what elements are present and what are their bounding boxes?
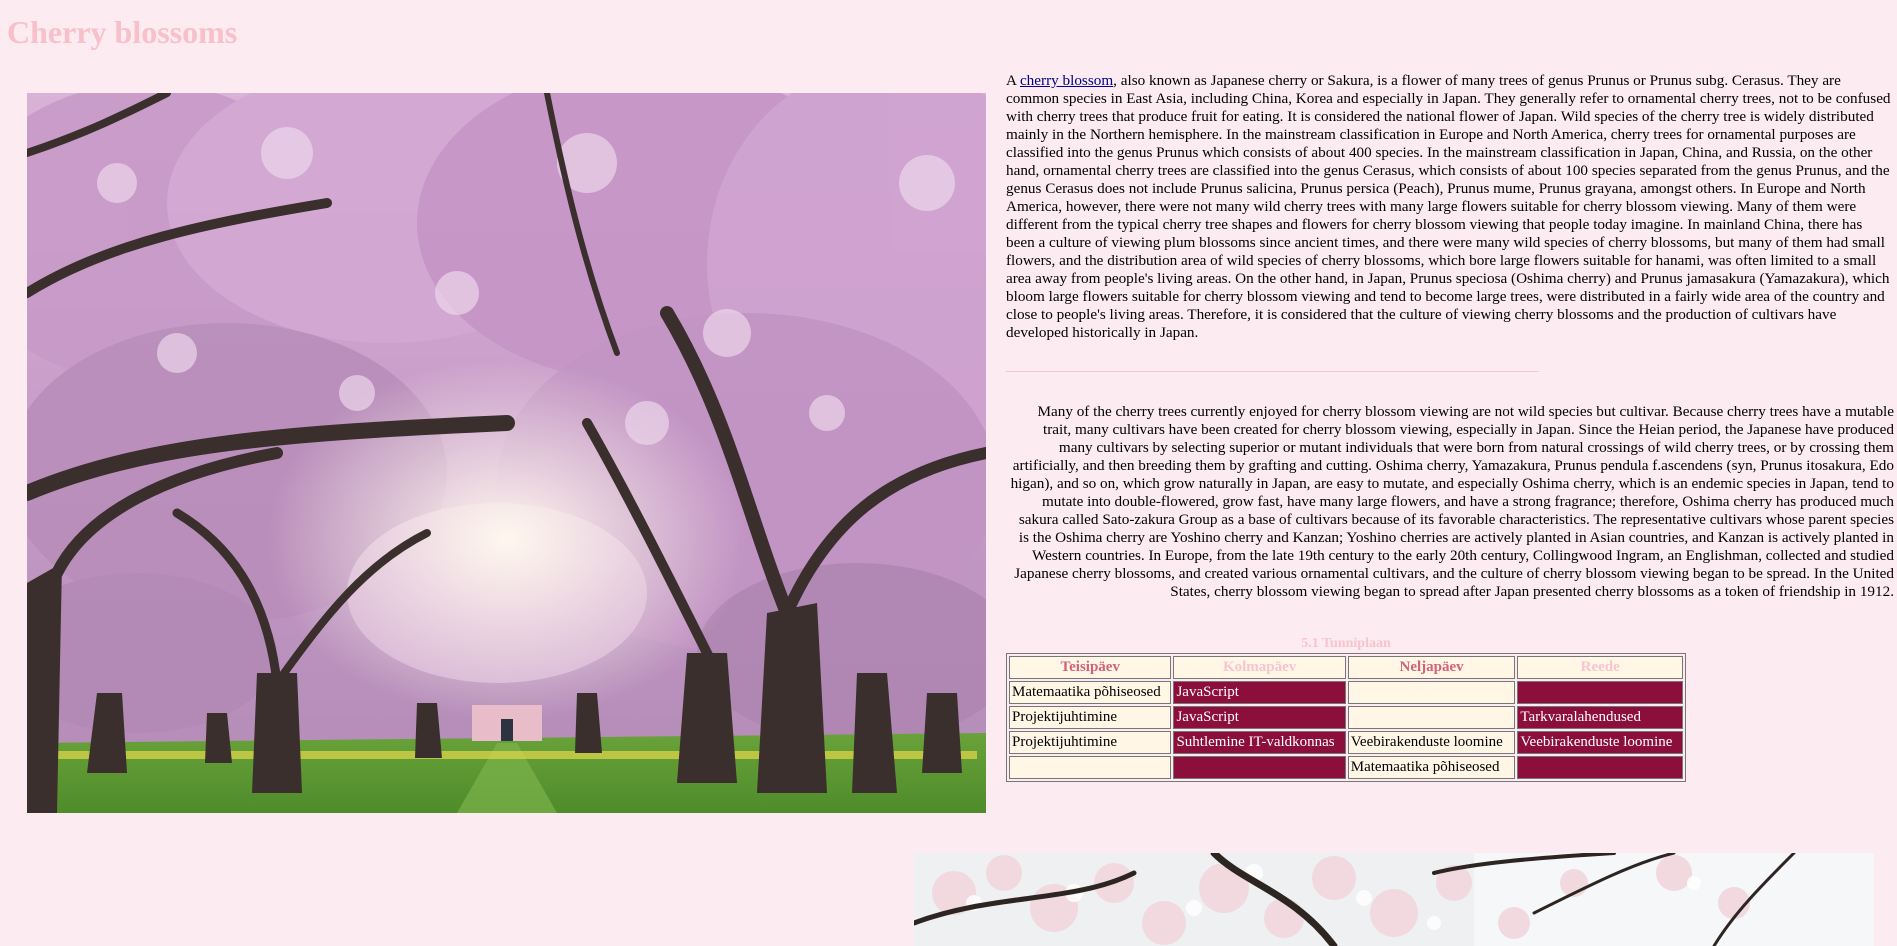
table-cell: [1009, 756, 1172, 779]
table-cell: JavaScript: [1173, 706, 1346, 729]
table-cell: JavaScript: [1173, 681, 1346, 704]
table-cell: [1517, 756, 1683, 779]
section-divider: [1006, 371, 1539, 372]
table-cell: [1347, 681, 1516, 704]
page: Cherry blossoms A cherry blossom, also k…: [0, 0, 1897, 946]
table-cell: Veebirakenduste loomine: [1347, 731, 1516, 754]
table-cell: Matemaatika põhiseosed: [1347, 756, 1516, 779]
table-cell: Suhtlemine IT-valdkonnas: [1173, 731, 1346, 754]
table-cell: Veebirakenduste loomine: [1517, 731, 1683, 754]
table-cell: Projektijuhtimine: [1009, 731, 1172, 754]
page-title: Cherry blossoms: [7, 14, 238, 50]
timetable-header-row: Teisipäev Kolmapäev Neljapäev Reede: [1009, 656, 1683, 679]
timetable: 5.1 Tunniplaan Teisipäev Kolmapäev Nelja…: [1006, 635, 1686, 782]
table-row: Projektijuhtimine JavaScript Tarkvaralah…: [1009, 706, 1683, 729]
timetable-caption: 5.1 Tunniplaan: [1301, 636, 1391, 651]
table-row: Matemaatika põhiseosed: [1009, 756, 1683, 779]
table-cell: Tarkvaralahendused: [1517, 706, 1683, 729]
table-row: Projektijuhtimine Suhtlemine IT-valdkonn…: [1009, 731, 1683, 754]
intro-text: , also known as Japanese cherry or Sakur…: [1006, 72, 1891, 341]
intro-paragraph: A cherry blossom, also known as Japanese…: [1006, 72, 1891, 342]
cherry-branch-photo: [914, 853, 1874, 946]
cherry-avenue-photo: [27, 93, 986, 813]
header-thursday: Neljapäev: [1347, 656, 1516, 679]
intro-section: A cherry blossom, also known as Japanese…: [1006, 72, 1891, 342]
table-cell: Projektijuhtimine: [1009, 706, 1172, 729]
table-cell: Matemaatika põhiseosed: [1009, 681, 1172, 704]
table-cell: [1517, 681, 1683, 704]
table-cell: [1347, 706, 1516, 729]
timetable-table: Teisipäev Kolmapäev Neljapäev Reede Mate…: [1006, 653, 1686, 782]
header-wednesday: Kolmapäev: [1173, 656, 1346, 679]
table-cell: [1173, 756, 1346, 779]
intro-prefix: A: [1006, 72, 1020, 89]
cultivars-paragraph: Many of the cherry trees currently enjoy…: [1010, 403, 1894, 600]
header-friday: Reede: [1517, 656, 1683, 679]
cherry-blossom-link[interactable]: cherry blossom: [1020, 72, 1113, 89]
header-tuesday: Teisipäev: [1009, 656, 1172, 679]
table-row: Matemaatika põhiseosed JavaScript: [1009, 681, 1683, 704]
